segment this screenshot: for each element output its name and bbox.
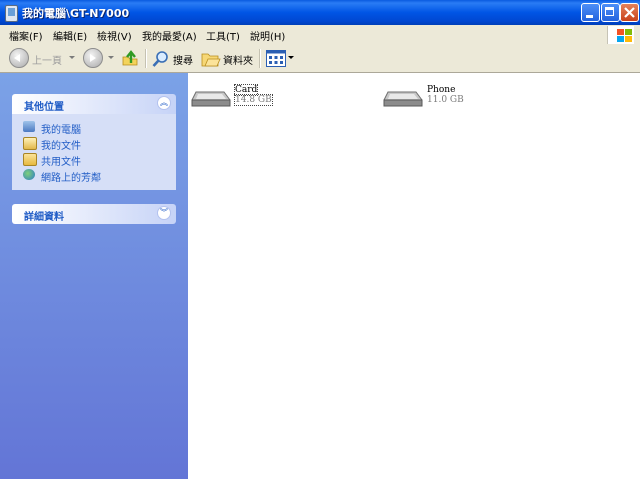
toolbar-separator xyxy=(259,49,261,68)
toolbar: 上一頁 搜尋 資料夾 xyxy=(0,45,640,73)
close-icon xyxy=(624,7,635,18)
link-my-computer[interactable]: 我的電腦 xyxy=(12,119,176,136)
menu-file[interactable]: 檔案(F) xyxy=(9,28,43,43)
drive-phone[interactable]: Phone 11.0 GB xyxy=(382,84,542,114)
close-button[interactable] xyxy=(620,3,639,22)
drive-name[interactable]: Phone xyxy=(427,85,455,95)
menu-edit[interactable]: 編輯(E) xyxy=(53,28,87,43)
task-label[interactable]: 我的文件 xyxy=(41,137,81,152)
views-icon[interactable] xyxy=(266,50,286,67)
folders-button[interactable]: 資料夾 xyxy=(223,52,253,67)
up-folder-icon[interactable] xyxy=(121,49,141,69)
views-dropdown-icon[interactable] xyxy=(288,56,294,59)
back-button[interactable] xyxy=(9,48,29,68)
search-button[interactable]: 搜尋 xyxy=(173,52,193,67)
drive-size: 11.0 GB xyxy=(427,95,464,105)
drive-size: 14.8 GB xyxy=(234,94,273,106)
search-icon[interactable] xyxy=(151,49,171,69)
other-places-header[interactable]: 其他位置 ︽ xyxy=(12,94,176,114)
back-dropdown-icon[interactable] xyxy=(69,56,75,59)
menu-view[interactable]: 檢視(V) xyxy=(97,28,132,43)
task-label[interactable]: 我的電腦 xyxy=(41,121,81,136)
menu-tools[interactable]: 工具(T) xyxy=(206,28,240,43)
collapse-chevron-icon[interactable]: ︽ xyxy=(157,96,171,110)
drive-icon xyxy=(383,91,423,107)
menu-bar: 檔案(F) 編輯(E) 檢視(V) 我的最愛(A) 工具(T) 說明(H) xyxy=(0,25,640,46)
folders-icon[interactable] xyxy=(201,50,221,68)
details-panel: 詳細資料 ︾ xyxy=(12,204,176,224)
minimize-icon xyxy=(586,15,593,18)
device-icon xyxy=(5,5,18,22)
details-header[interactable]: 詳細資料 ︾ xyxy=(12,204,176,224)
link-network-places[interactable]: 網路上的芳鄰 xyxy=(12,167,176,184)
link-my-documents[interactable]: 我的文件 xyxy=(12,135,176,152)
minimize-button[interactable] xyxy=(581,3,600,22)
forward-button[interactable] xyxy=(83,48,103,68)
windows-logo-icon xyxy=(607,26,634,44)
drive-name[interactable]: Card xyxy=(233,84,259,96)
task-pane: 其他位置 ︽ 我的電腦 我的文件 共用文件 網路上的芳鄰 詳細資料 ︾ xyxy=(0,73,188,479)
drive-card[interactable]: Card 14.8 GB xyxy=(190,84,350,114)
forward-dropdown-icon[interactable] xyxy=(108,56,114,59)
window-title: 我的電腦\GT-N7000 xyxy=(22,7,130,20)
documents-icon xyxy=(23,137,37,150)
title-bar[interactable]: 我的電腦\GT-N7000 xyxy=(0,0,640,25)
maximize-button[interactable] xyxy=(601,3,620,22)
menu-help[interactable]: 說明(H) xyxy=(250,28,285,43)
toolbar-separator xyxy=(145,49,147,68)
file-view[interactable]: Card 14.8 GB Phone 11.0 GB xyxy=(188,73,640,479)
panel-title: 其他位置 xyxy=(24,102,64,113)
task-label[interactable]: 共用文件 xyxy=(41,153,81,168)
computer-icon xyxy=(23,121,35,132)
task-label[interactable]: 網路上的芳鄰 xyxy=(41,169,101,184)
drive-icon xyxy=(191,91,231,107)
panel-title: 詳細資料 xyxy=(24,212,64,223)
back-label[interactable]: 上一頁 xyxy=(32,52,62,67)
other-places-list: 我的電腦 我的文件 共用文件 網路上的芳鄰 xyxy=(12,114,176,190)
network-icon xyxy=(23,169,35,180)
maximize-icon xyxy=(605,7,614,16)
other-places-panel: 其他位置 ︽ 我的電腦 我的文件 共用文件 網路上的芳鄰 xyxy=(12,94,176,190)
expand-chevron-icon[interactable]: ︾ xyxy=(157,206,171,220)
link-shared-documents[interactable]: 共用文件 xyxy=(12,151,176,168)
menu-favorites[interactable]: 我的最愛(A) xyxy=(142,28,197,43)
shared-folder-icon xyxy=(23,153,37,166)
